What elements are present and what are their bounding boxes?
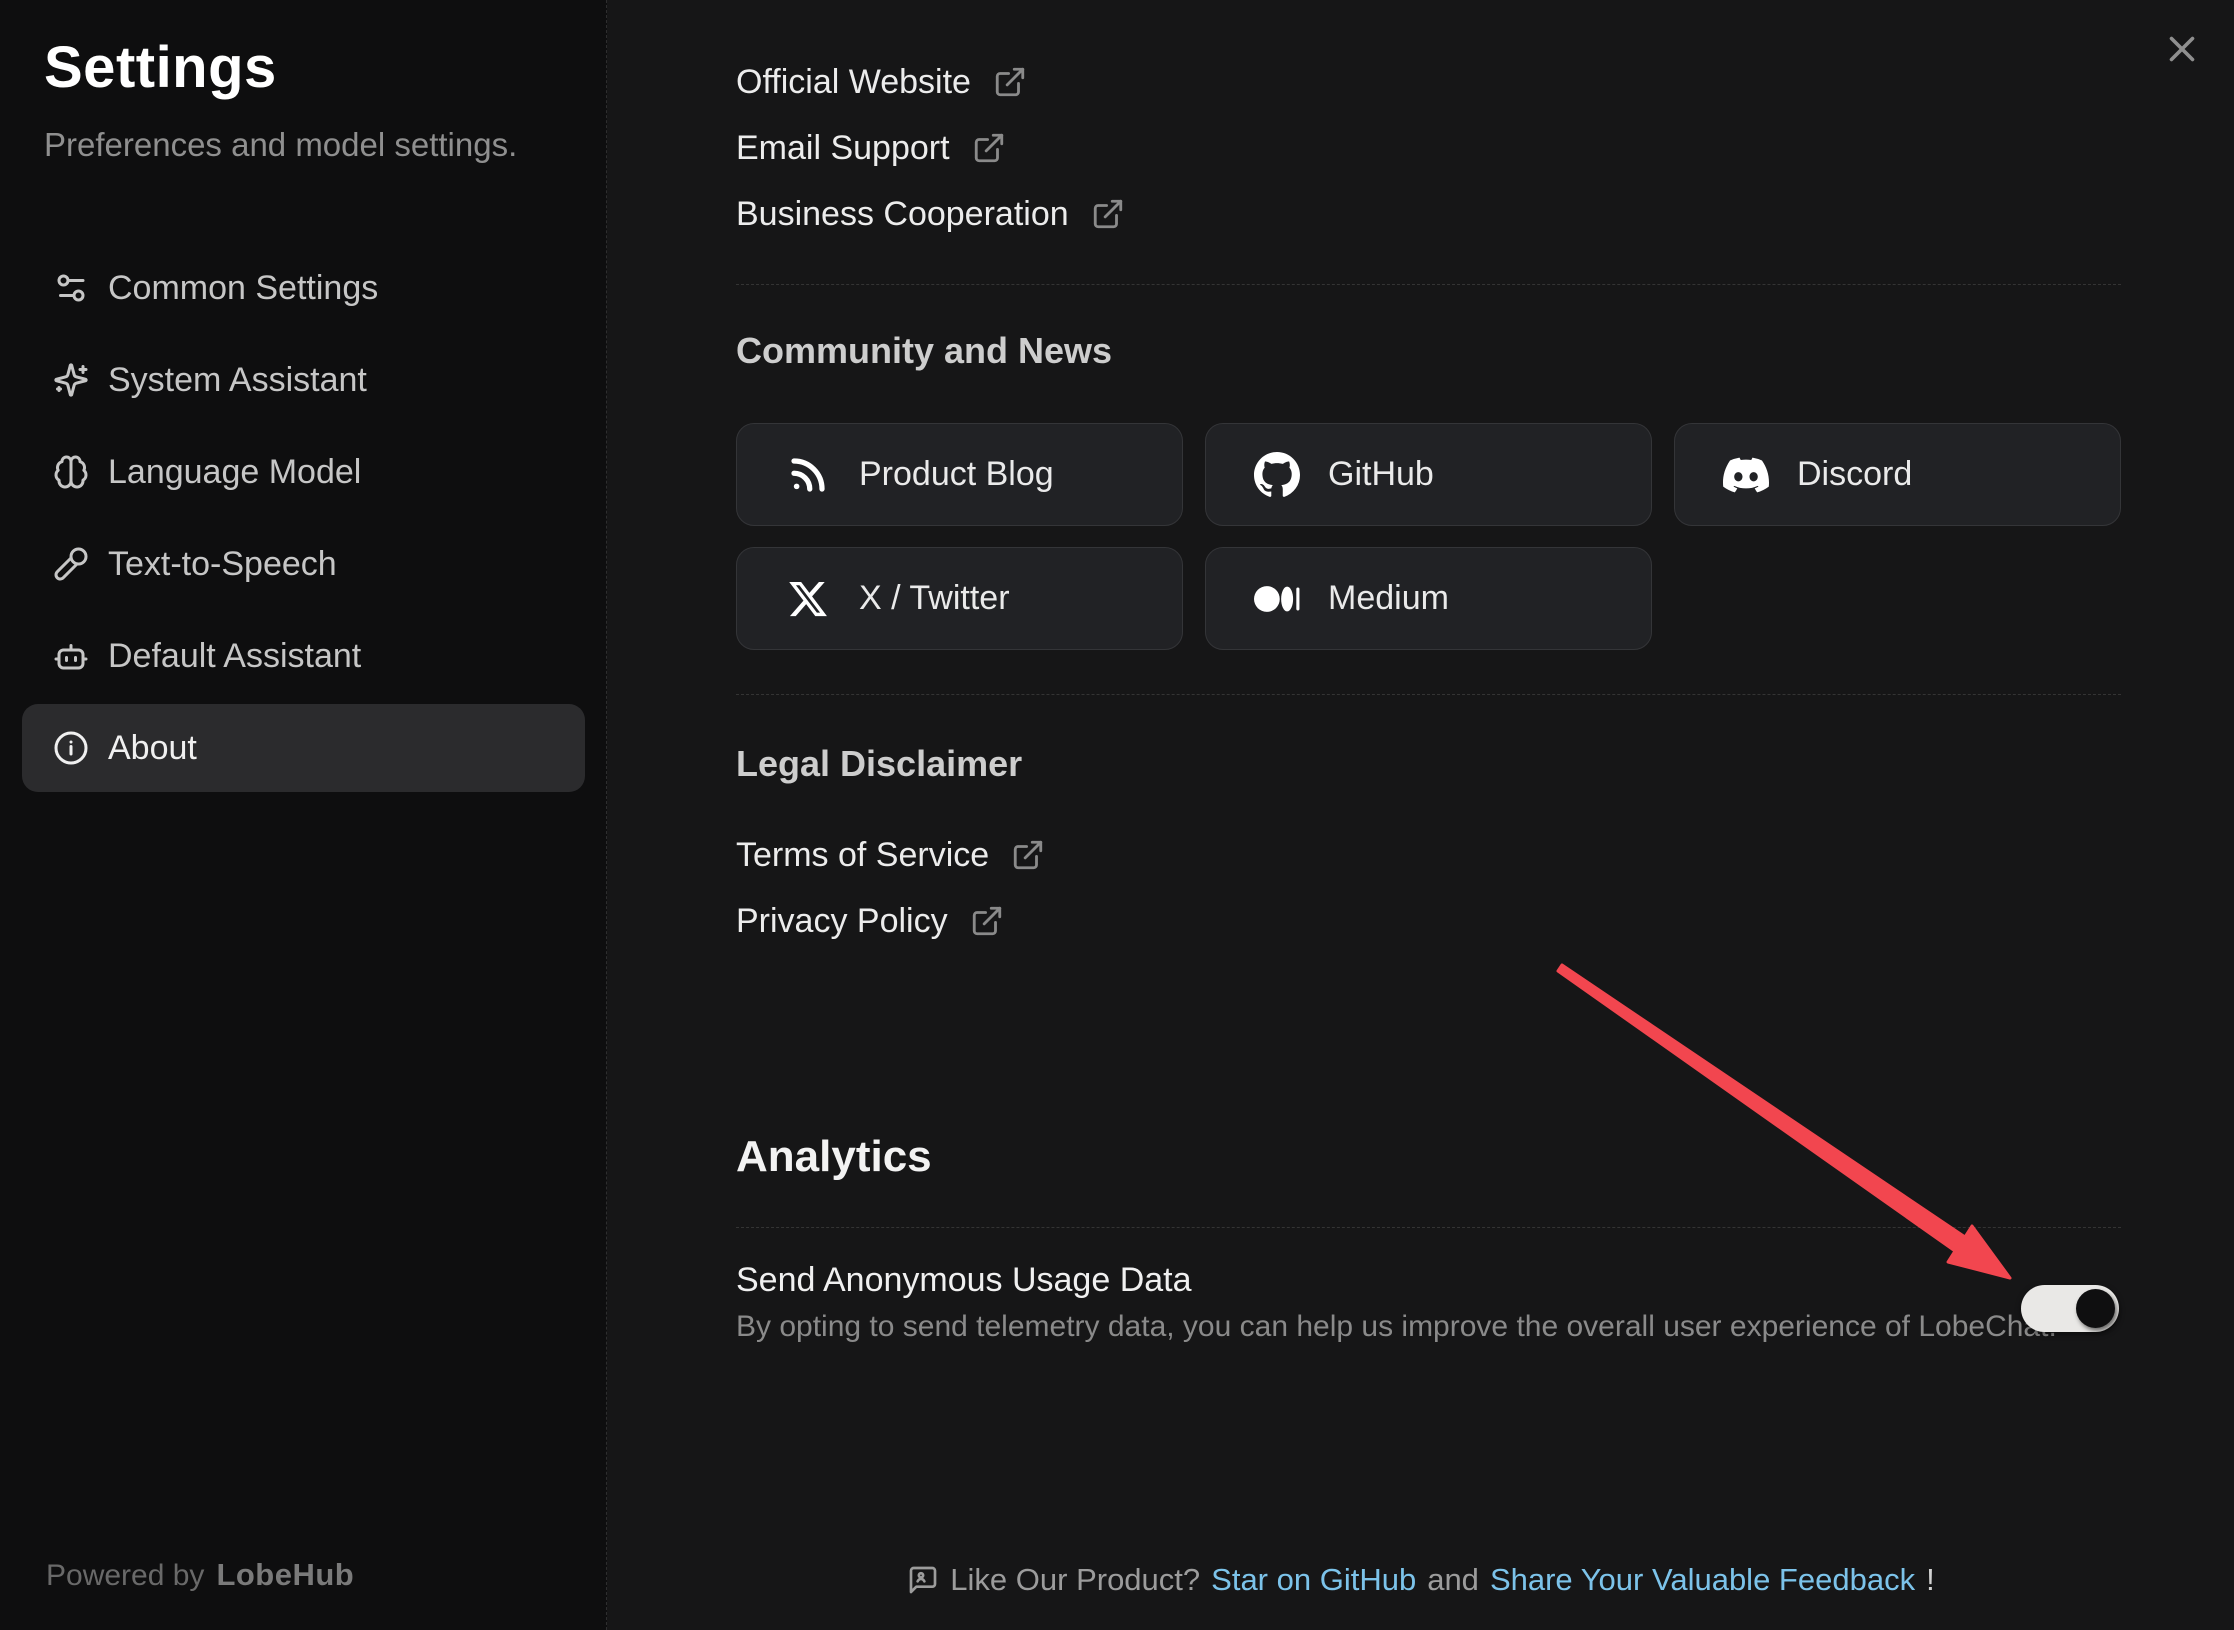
section-divider (736, 284, 2121, 285)
sidebar-item-text-to-speech[interactable]: Text-to-Speech (22, 520, 585, 608)
settings-modal: Settings Preferences and model settings.… (0, 0, 2234, 1630)
close-icon (2164, 31, 2200, 67)
link-label: Email Support (736, 128, 950, 168)
settings-sidebar: Settings Preferences and model settings.… (0, 0, 607, 1630)
powered-by: Powered by LobeHub (46, 1557, 354, 1593)
toggle-knob (2076, 1289, 2115, 1328)
terms-of-service-link[interactable]: Terms of Service (736, 835, 1045, 875)
footer-suffix: ! (1926, 1562, 1935, 1598)
link-label: Privacy Policy (736, 901, 948, 941)
close-button[interactable] (2158, 25, 2206, 73)
community-heading: Community and News (736, 330, 1112, 372)
section-divider (736, 694, 2121, 695)
product-blog-button[interactable]: Product Blog (736, 423, 1183, 526)
powered-by-text: Powered by (46, 1559, 204, 1593)
link-label: Business Cooperation (736, 194, 1069, 234)
external-link-icon (972, 131, 1006, 165)
medium-button[interactable]: Medium (1205, 547, 1652, 650)
medium-icon (1254, 576, 1300, 622)
official-website-link[interactable]: Official Website (736, 62, 1027, 102)
github-button[interactable]: GitHub (1205, 423, 1652, 526)
mic-icon (52, 545, 90, 583)
star-on-github-link[interactable]: Star on GitHub (1211, 1562, 1416, 1598)
sidebar-item-about[interactable]: About (22, 704, 585, 792)
discord-button[interactable]: Discord (1674, 423, 2121, 526)
x-twitter-icon (785, 576, 831, 622)
usage-data-description: By opting to send telemetry data, you ca… (736, 1308, 2057, 1346)
github-icon (1254, 452, 1300, 498)
page-subtitle: Preferences and model settings. (44, 126, 517, 164)
share-feedback-link[interactable]: Share Your Valuable Feedback (1490, 1562, 1915, 1598)
sidebar-item-language-model[interactable]: Language Model (22, 428, 585, 516)
sidebar-item-label: System Assistant (108, 361, 367, 400)
feedback-bubble-icon (907, 1564, 939, 1596)
rss-icon (785, 452, 831, 498)
footer-conjunction: and (1427, 1562, 1479, 1598)
external-link-icon (1011, 838, 1045, 872)
brain-icon (52, 453, 90, 491)
external-link-icon (970, 904, 1004, 938)
sidebar-item-common-settings[interactable]: Common Settings (22, 244, 585, 332)
feedback-footer: Like Our Product? Star on GitHub and Sha… (608, 1560, 2234, 1600)
community-buttons: Product Blog GitHub Discord X / Twitter (736, 423, 2121, 650)
button-label: Product Blog (859, 455, 1054, 494)
legal-heading: Legal Disclaimer (736, 743, 1022, 785)
section-divider (736, 1227, 2121, 1228)
sidebar-item-default-assistant[interactable]: Default Assistant (22, 612, 585, 700)
sidebar-item-label: Common Settings (108, 269, 378, 308)
info-icon (52, 729, 90, 767)
about-panel: Contact Us Official Website Email Suppor… (608, 0, 2234, 1630)
sidebar-item-label: Language Model (108, 453, 361, 492)
footer-prefix: Like Our Product? (950, 1562, 1200, 1598)
brand-logo: LobeHub (216, 1557, 354, 1593)
privacy-policy-link[interactable]: Privacy Policy (736, 901, 1004, 941)
sliders-icon (52, 269, 90, 307)
button-label: X / Twitter (859, 579, 1010, 618)
bot-icon (52, 637, 90, 675)
link-label: Terms of Service (736, 835, 989, 875)
sidebar-item-label: About (108, 729, 197, 768)
usage-data-toggle[interactable] (2021, 1285, 2119, 1332)
sidebar-item-label: Default Assistant (108, 637, 361, 676)
button-label: Medium (1328, 579, 1449, 618)
x-twitter-button[interactable]: X / Twitter (736, 547, 1183, 650)
button-label: GitHub (1328, 455, 1434, 494)
analytics-heading: Analytics (736, 1132, 932, 1182)
external-link-icon (1091, 197, 1125, 231)
usage-data-label: Send Anonymous Usage Data (736, 1258, 1192, 1302)
link-label: Official Website (736, 62, 971, 102)
button-label: Discord (1797, 455, 1912, 494)
sparkles-icon (52, 361, 90, 399)
business-cooperation-link[interactable]: Business Cooperation (736, 194, 1125, 234)
email-support-link[interactable]: Email Support (736, 128, 1006, 168)
external-link-icon (993, 65, 1027, 99)
page-title: Settings (44, 34, 277, 101)
contact-us-heading: Contact Us (736, 0, 937, 9)
discord-icon (1723, 452, 1769, 498)
sidebar-item-label: Text-to-Speech (108, 545, 337, 584)
sidebar-item-system-assistant[interactable]: System Assistant (22, 336, 585, 424)
sidebar-nav: Common Settings System Assistant Languag… (0, 244, 607, 796)
